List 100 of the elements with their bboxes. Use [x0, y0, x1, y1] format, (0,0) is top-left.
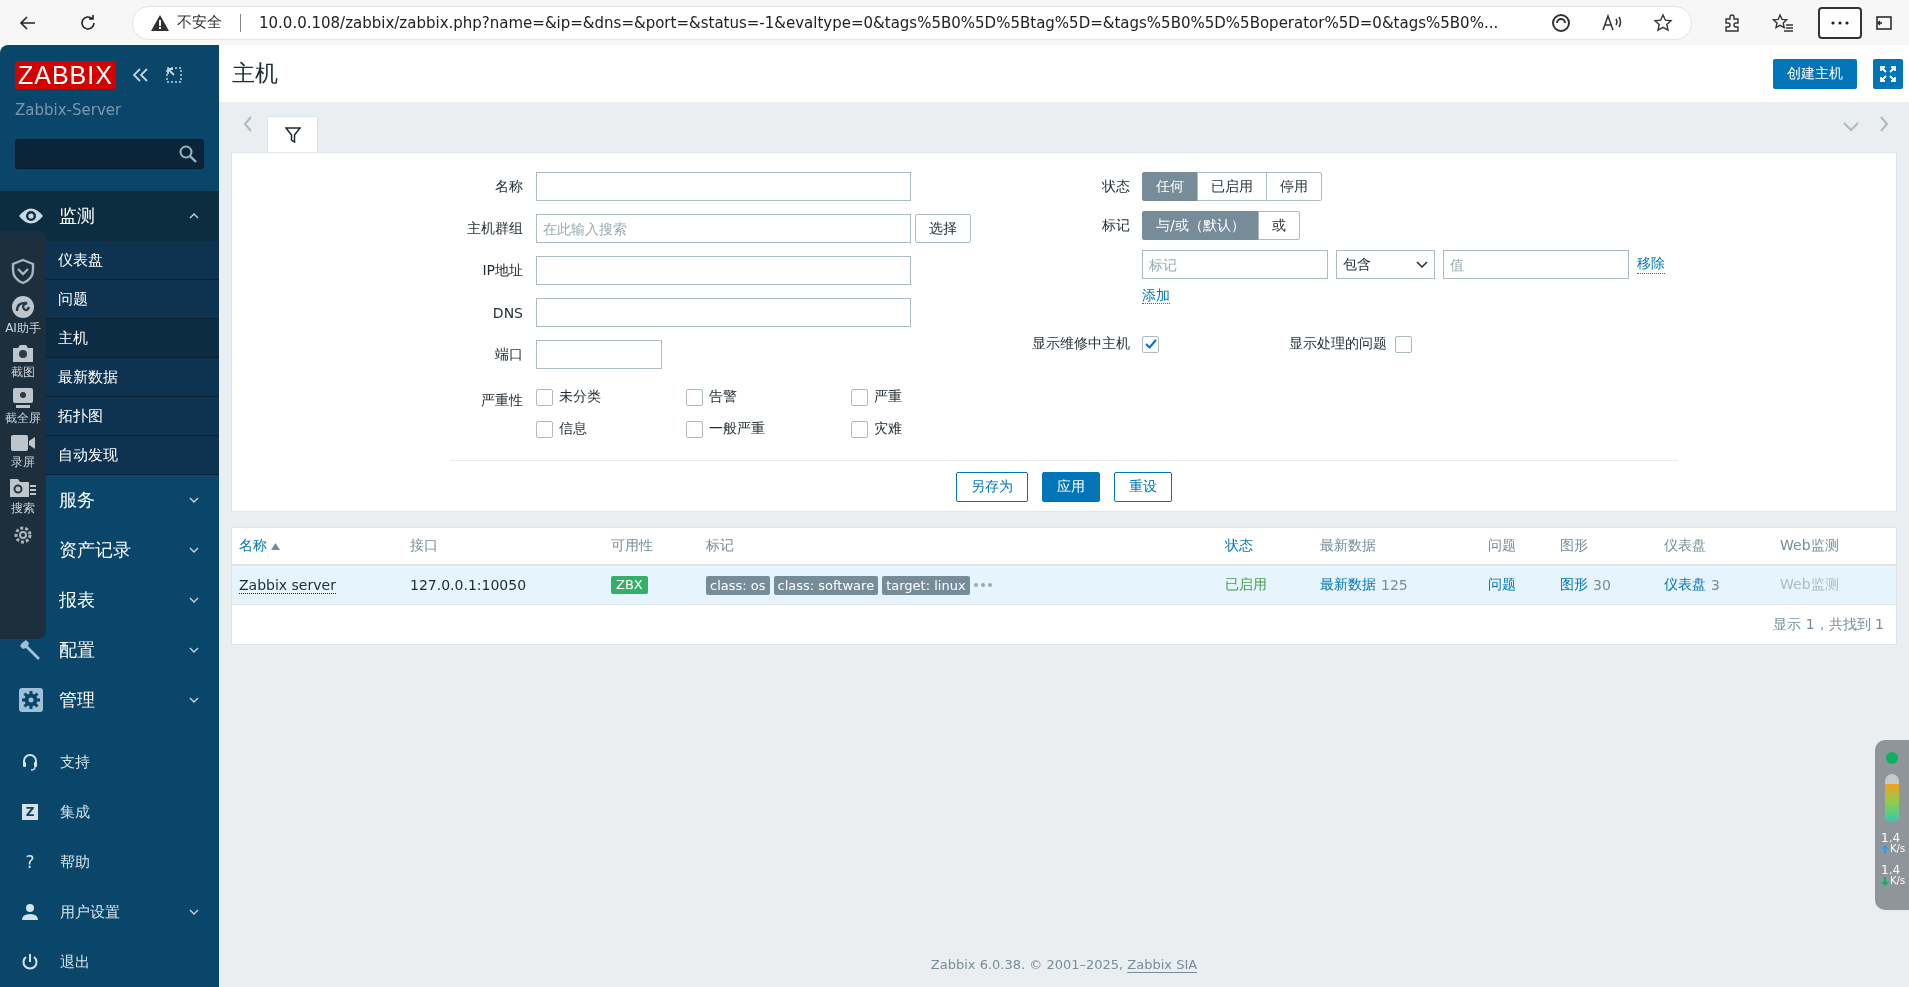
fullscreen-icon	[1880, 65, 1896, 82]
menu-item[interactable]: ? 帮助	[0, 837, 219, 887]
chevron-down-icon	[189, 697, 199, 703]
checkbox[interactable]	[1142, 335, 1159, 353]
more-button[interactable]	[1818, 6, 1862, 39]
search-field[interactable]: 在此输入搜索	[536, 214, 911, 243]
collapse-icon[interactable]	[131, 68, 150, 82]
select-button[interactable]: 选择	[915, 214, 971, 243]
zabbix-logo[interactable]: ZABBIX	[15, 61, 116, 89]
dashboards-link[interactable]: 仪表盘	[1664, 576, 1706, 594]
search-icon[interactable]	[179, 145, 197, 163]
capture-tool-label: 搜索	[11, 500, 35, 517]
latest-data-link[interactable]: 最新数据	[1320, 576, 1376, 594]
address-bar[interactable]: 不安全 10.0.0.108/zabbix/zabbix.php?name=&ip=&dns=&port=&status=-1&evaltype=0&tags%5B0%5D%5Btag%5D=&tags%5B0%5D%5Boperator%5D=0&tags%5B0%...	[132, 5, 1692, 40]
filter-button[interactable]: 重设	[1114, 472, 1172, 502]
dropdown-value: 包含	[1343, 255, 1371, 274]
reload-icon[interactable]	[78, 12, 98, 33]
menu-label: 报表	[59, 588, 96, 612]
status-option[interactable]: 停用	[1266, 172, 1322, 201]
table-row[interactable]: Zabbix server 127.0.0.1:10050 ZBX class: os class: software target: linux 已启用 最新数据 125 问题 图形 30 仪表盘 3 Web监测	[232, 566, 1896, 605]
text-field[interactable]	[536, 256, 911, 285]
column-header[interactable]: 状态	[1225, 537, 1253, 555]
field-label: 显示维修中主机	[1031, 335, 1130, 353]
menu-item[interactable]: 报表	[0, 575, 219, 625]
checkbox-option[interactable]: 告警	[686, 388, 851, 406]
capture-tool-button[interactable]: 录屏	[10, 433, 36, 471]
filter-button[interactable]: 另存为	[956, 472, 1028, 502]
menu-item[interactable]: Z 集成	[0, 787, 219, 837]
checkbox-label: 一般严重	[709, 420, 765, 438]
column-header: 图形	[1560, 537, 1588, 555]
integration-icon: Z	[22, 804, 38, 820]
checkbox[interactable]	[851, 420, 868, 438]
column-header[interactable]: 名称	[239, 537, 280, 555]
checkmark-icon	[1144, 339, 1157, 349]
up-arrow-icon	[1881, 844, 1889, 854]
add-link[interactable]: 添加	[1142, 287, 1170, 304]
graphs-link[interactable]: 图形	[1560, 576, 1588, 594]
chevron-down-icon	[189, 597, 199, 603]
chevron-down-icon	[189, 547, 199, 553]
capture-tool-button[interactable]: 搜索	[9, 477, 37, 517]
text-field[interactable]	[536, 340, 662, 369]
checkbox-option[interactable]: 一般严重	[686, 420, 851, 438]
sidebar-icon[interactable]	[1876, 14, 1892, 31]
menu-item[interactable]: 配置	[0, 625, 219, 675]
condition-dropdown[interactable]: 包含	[1336, 250, 1435, 279]
checkbox-option[interactable]: 未分类	[536, 388, 686, 406]
status-option[interactable]: 已启用	[1197, 172, 1267, 201]
filter-button[interactable]: 应用	[1042, 472, 1100, 502]
field-label: 状态	[1101, 177, 1130, 196]
chevron-up-icon	[189, 213, 199, 219]
text-field[interactable]	[536, 172, 911, 201]
tag-name-field[interactable]: 标记	[1142, 250, 1328, 279]
chevron-down-icon	[189, 909, 199, 915]
checkbox-option[interactable]: 信息	[536, 420, 686, 438]
eye-icon	[17, 207, 44, 225]
problems-link[interactable]: 问题	[1488, 576, 1516, 594]
extensions-icon[interactable]	[1722, 12, 1742, 33]
checkbox[interactable]	[536, 388, 553, 406]
menu-item[interactable]: 资产记录	[0, 525, 219, 575]
favorites-icon[interactable]	[1772, 12, 1794, 33]
more-icon	[1831, 20, 1849, 25]
shield-icon[interactable]	[9, 257, 37, 285]
column-header: 接口	[410, 537, 438, 555]
menu-item[interactable]: 用户设置	[0, 887, 219, 937]
favorite-star-icon[interactable]	[1653, 12, 1673, 33]
create-host-button[interactable]: 创建主机	[1773, 58, 1857, 89]
column-header: Web监测	[1780, 537, 1839, 555]
checkbox-option[interactable]: 灾难	[851, 420, 971, 438]
menu-item[interactable]: 管理	[0, 675, 219, 725]
menu-item[interactable]: 退出	[0, 937, 219, 987]
kiosk-mode-icon[interactable]	[165, 67, 182, 83]
field-label: 严重性	[480, 391, 523, 410]
checkbox[interactable]	[686, 388, 703, 406]
filter-tab[interactable]	[267, 116, 318, 152]
upload-rate: 1.4	[1881, 832, 1901, 844]
search-field[interactable]	[15, 139, 204, 169]
menu-item[interactable]: 监测	[0, 191, 219, 241]
read-aloud-icon[interactable]	[1601, 12, 1623, 33]
menu-item[interactable]: 支持	[0, 737, 219, 787]
checkbox[interactable]	[851, 388, 868, 406]
checkbox[interactable]	[536, 420, 553, 438]
host-link[interactable]: Zabbix server	[239, 576, 336, 594]
fullscreen-button[interactable]	[1873, 58, 1903, 89]
text-field[interactable]	[536, 298, 911, 327]
chevron-down-icon	[189, 647, 199, 653]
menu-label: 用户设置	[60, 902, 121, 922]
tag-value-field[interactable]: 值	[1443, 250, 1629, 279]
checkbox[interactable]	[686, 420, 703, 438]
results-summary: 显示 1，共找到 1	[1773, 615, 1884, 634]
remove-link[interactable]: 移除	[1637, 255, 1665, 274]
field-label: 名称	[494, 177, 523, 196]
checkbox-label: 严重	[874, 388, 902, 406]
count: 125	[1381, 577, 1408, 593]
checkbox[interactable]	[1395, 335, 1412, 353]
browser-extension-icon[interactable]	[1551, 12, 1571, 33]
camera-icon	[11, 343, 35, 363]
chevron-down-icon	[189, 497, 199, 503]
tag-operator-option[interactable]: 或	[1257, 211, 1300, 240]
down-arrow-icon	[1881, 876, 1889, 886]
checkbox-option[interactable]: 严重	[851, 388, 971, 406]
